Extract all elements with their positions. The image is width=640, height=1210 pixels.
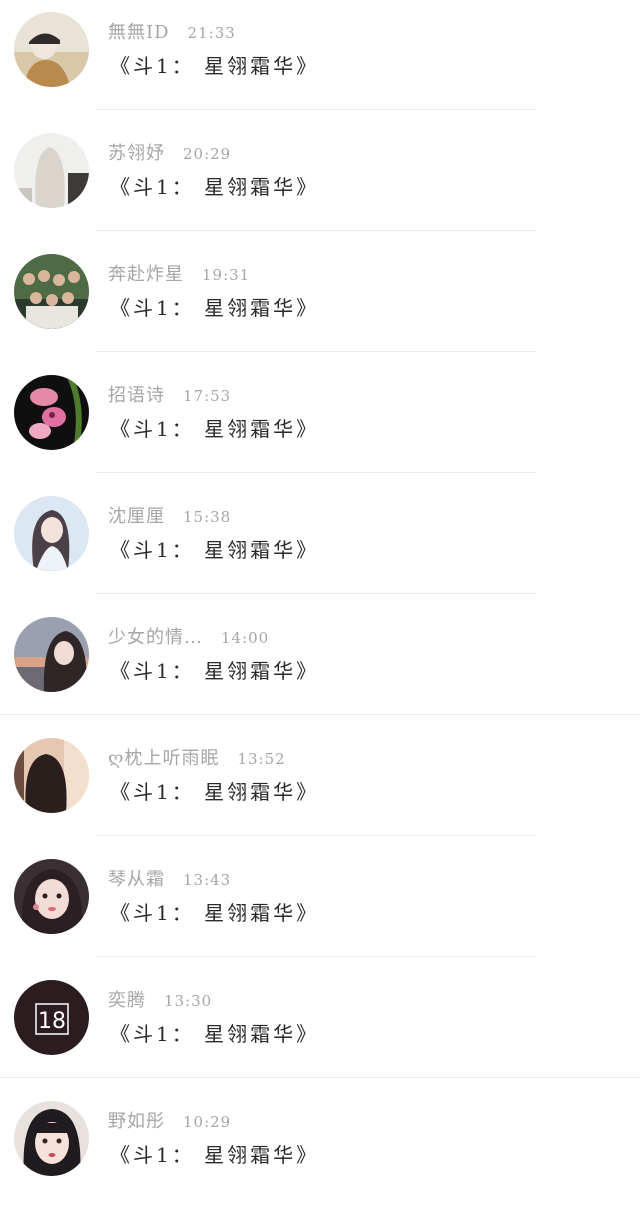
message-time: 13:30 bbox=[164, 992, 213, 1010]
avatar-image bbox=[14, 133, 89, 208]
divider bbox=[96, 593, 536, 594]
message-meta: 奕腾 13:30 bbox=[108, 989, 212, 1013]
message-text: 《斗1： 星翎霜华》 bbox=[110, 901, 320, 925]
avatar-image bbox=[14, 12, 89, 87]
message-meta: 沈厘厘 15:38 bbox=[108, 505, 231, 529]
message-meta: 琴从霜 13:43 bbox=[108, 868, 231, 892]
divider bbox=[96, 109, 536, 110]
list-item[interactable]: ღ枕上听雨眠 13:52 《斗1： 星翎霜华》 bbox=[0, 726, 640, 847]
list-item[interactable]: 沈厘厘 15:38 《斗1： 星翎霜华》 bbox=[0, 484, 640, 605]
message-text: 《斗1： 星翎霜华》 bbox=[110, 1143, 320, 1167]
list-item[interactable]: 苏翎妤 20:29 《斗1： 星翎霜华》 bbox=[0, 121, 640, 242]
message-text: 《斗1： 星翎霜华》 bbox=[110, 1022, 320, 1046]
message-text: 《斗1： 星翎霜华》 bbox=[110, 296, 320, 320]
message-meta: ღ枕上听雨眠 13:52 bbox=[108, 747, 286, 771]
avatar[interactable] bbox=[14, 738, 89, 813]
divider bbox=[0, 1077, 640, 1078]
divider bbox=[96, 351, 536, 352]
avatar-image bbox=[14, 617, 89, 692]
message-text: 《斗1： 星翎霜华》 bbox=[110, 538, 320, 562]
message-time: 10:29 bbox=[183, 1113, 232, 1131]
list-item[interactable]: 招语诗 17:53 《斗1： 星翎霜华》 bbox=[0, 363, 640, 484]
avatar-logo-text: 18 bbox=[38, 1009, 66, 1034]
avatar[interactable] bbox=[14, 496, 89, 571]
sender-name: 奕腾 bbox=[108, 990, 146, 1011]
avatar[interactable]: 18 bbox=[14, 980, 89, 1055]
message-meta: 苏翎妤 20:29 bbox=[108, 142, 231, 166]
divider bbox=[96, 230, 536, 231]
list-item[interactable]: 琴从霜 13:43 《斗1： 星翎霜华》 bbox=[0, 847, 640, 968]
avatar-image bbox=[14, 1101, 89, 1176]
list-item[interactable]: 無無ID 21:33 《斗1： 星翎霜华》 bbox=[0, 0, 640, 121]
avatar[interactable] bbox=[14, 133, 89, 208]
avatar-image bbox=[14, 375, 89, 450]
message-text: 《斗1： 星翎霜华》 bbox=[110, 54, 320, 78]
divider bbox=[0, 714, 640, 715]
avatar-image bbox=[14, 254, 89, 329]
sender-name: 奔赴炸星 bbox=[108, 264, 184, 285]
list-item[interactable]: 野如彤 10:29 《斗1： 星翎霜华》 bbox=[0, 1089, 640, 1210]
message-time: 14:00 bbox=[221, 629, 270, 647]
avatar[interactable] bbox=[14, 1101, 89, 1176]
sender-name: 野如彤 bbox=[108, 1111, 165, 1132]
avatar-image bbox=[14, 738, 89, 813]
message-time: 17:53 bbox=[183, 387, 232, 405]
avatar[interactable] bbox=[14, 12, 89, 87]
divider bbox=[96, 835, 536, 836]
message-time: 20:29 bbox=[183, 145, 232, 163]
avatar[interactable] bbox=[14, 617, 89, 692]
divider bbox=[96, 956, 536, 957]
avatar-image: 18 bbox=[14, 980, 89, 1055]
avatar[interactable] bbox=[14, 859, 89, 934]
message-time: 15:38 bbox=[183, 508, 232, 526]
list-item[interactable]: 18 奕腾 13:30 《斗1： 星翎霜华》 bbox=[0, 968, 640, 1089]
message-meta: 無無ID 21:33 bbox=[108, 21, 236, 45]
message-meta: 奔赴炸星 19:31 bbox=[108, 263, 250, 287]
list-item[interactable]: 少女的情… 14:00 《斗1： 星翎霜华》 bbox=[0, 605, 640, 726]
message-text: 《斗1： 星翎霜华》 bbox=[110, 780, 320, 804]
avatar[interactable] bbox=[14, 375, 89, 450]
sender-name: 無無ID bbox=[108, 22, 170, 43]
sender-name: 少女的情… bbox=[108, 627, 203, 648]
divider bbox=[96, 472, 536, 473]
message-text: 《斗1： 星翎霜华》 bbox=[110, 659, 320, 683]
avatar[interactable] bbox=[14, 254, 89, 329]
sender-name: 招语诗 bbox=[108, 385, 165, 406]
list-item[interactable]: 奔赴炸星 19:31 《斗1： 星翎霜华》 bbox=[0, 242, 640, 363]
sender-name: 琴从霜 bbox=[108, 869, 165, 890]
avatar-image bbox=[14, 859, 89, 934]
message-text: 《斗1： 星翎霜华》 bbox=[110, 175, 320, 199]
message-meta: 少女的情… 14:00 bbox=[108, 626, 269, 650]
sender-name: 苏翎妤 bbox=[108, 143, 165, 164]
message-time: 13:52 bbox=[237, 750, 286, 768]
message-meta: 野如彤 10:29 bbox=[108, 1110, 231, 1134]
message-list: 無無ID 21:33 《斗1： 星翎霜华》 苏翎妤 20:29 《斗1： 星翎霜华》 bbox=[0, 0, 640, 1201]
message-time: 19:31 bbox=[202, 266, 251, 284]
avatar-image bbox=[14, 496, 89, 571]
sender-name: ღ枕上听雨眠 bbox=[108, 748, 220, 769]
message-time: 21:33 bbox=[187, 24, 236, 42]
sender-name: 沈厘厘 bbox=[108, 506, 165, 527]
message-meta: 招语诗 17:53 bbox=[108, 384, 231, 408]
message-text: 《斗1： 星翎霜华》 bbox=[110, 417, 320, 441]
message-time: 13:43 bbox=[183, 871, 232, 889]
